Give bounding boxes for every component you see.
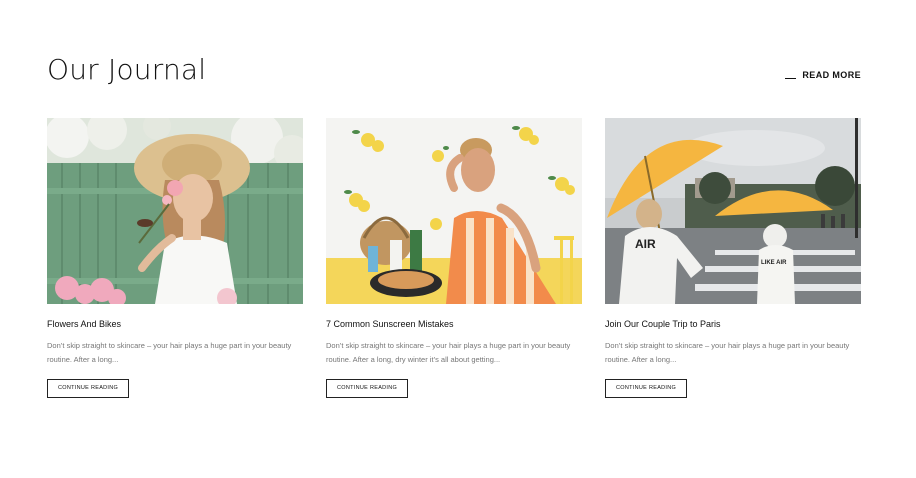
continue-reading-button[interactable]: CONTINUE READING <box>326 379 409 398</box>
woman-with-hat-photo <box>47 118 303 304</box>
post-image-couple-trip-paris[interactable]: AIR LIKE AIR <box>605 118 861 304</box>
post-title[interactable]: Join Our Couple Trip to Paris <box>605 318 861 330</box>
continue-reading-button[interactable]: CONTINUE READING <box>605 379 688 398</box>
svg-text:LIKE AIR: LIKE AIR <box>761 260 787 266</box>
journal-section: Our Journal READ MORE Flowers And Bikes … <box>0 0 916 478</box>
post-title[interactable]: Flowers And Bikes <box>47 318 303 330</box>
post-card: AIR LIKE AIR Join Our Couple Trip to Par… <box>605 118 861 398</box>
post-title[interactable]: 7 Common Sunscreen Mistakes <box>326 318 582 330</box>
couple-with-umbrellas-photo: AIR LIKE AIR <box>605 118 861 304</box>
post-excerpt: Don’t skip straight to skincare – your h… <box>326 341 571 364</box>
woman-with-lemons-photo <box>326 118 582 304</box>
post-image-sunscreen-mistakes[interactable] <box>326 118 582 304</box>
continue-reading-button[interactable]: CONTINUE READING <box>47 379 130 398</box>
post-list: Flowers And Bikes Don’t skip straight to… <box>47 118 862 398</box>
page-title: Our Journal <box>47 53 207 86</box>
svg-text:AIR: AIR <box>635 237 656 251</box>
post-card: 7 Common Sunscreen Mistakes Don’t skip s… <box>326 118 582 398</box>
read-more-link[interactable]: READ MORE <box>785 70 861 80</box>
post-excerpt: Don’t skip straight to skincare – your h… <box>605 341 850 364</box>
post-card: Flowers And Bikes Don’t skip straight to… <box>47 118 303 398</box>
read-more-label: READ MORE <box>802 70 861 80</box>
dash-icon <box>785 77 797 79</box>
post-excerpt: Don’t skip straight to skincare – your h… <box>47 341 292 364</box>
post-image-flowers-and-bikes[interactable] <box>47 118 303 304</box>
